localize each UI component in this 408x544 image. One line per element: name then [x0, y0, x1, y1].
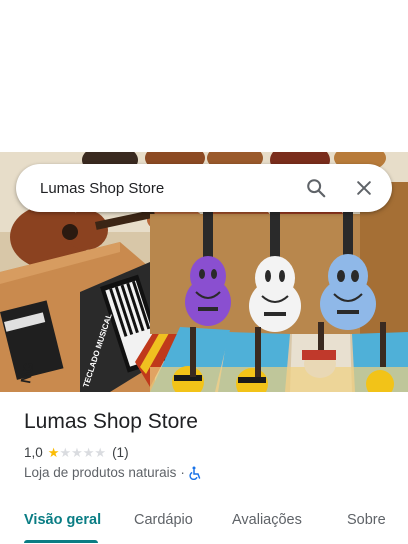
tab-about[interactable]: Sobre [347, 512, 386, 528]
tab-overview[interactable]: Visão geral [24, 512, 101, 528]
rating-value: 1,0 [24, 445, 43, 460]
star-rating: ★ ★ ★ ★ ★ [48, 446, 106, 459]
close-button[interactable] [340, 164, 388, 212]
star-empty-icon: ★ [59, 445, 72, 460]
place-category[interactable]: Loja de produtos naturais [24, 465, 176, 480]
search-icon [307, 179, 326, 198]
map-blank-area [0, 0, 408, 152]
active-tab-indicator [24, 540, 98, 543]
place-info-panel: Lumas Shop Store 1,0 ★ ★ ★ ★ ★ (1) Loja de p… [0, 392, 408, 544]
search-query-text[interactable]: Lumas Shop Store [16, 180, 292, 197]
wheelchair-icon[interactable] [189, 466, 201, 480]
rating-row[interactable]: 1,0 ★ ★ ★ ★ ★ (1) [24, 445, 129, 460]
star-empty-icon: ★ [82, 445, 95, 460]
tab-menu[interactable]: Cardápio [134, 512, 193, 528]
tab-reviews[interactable]: Avaliações [232, 512, 302, 528]
star-filled-icon: ★ [47, 445, 60, 460]
close-icon [357, 181, 371, 195]
review-count[interactable]: (1) [112, 445, 129, 460]
star-empty-icon: ★ [71, 445, 83, 460]
search-button[interactable] [292, 164, 340, 212]
separator-dot: · [180, 465, 185, 480]
place-title: Lumas Shop Store [24, 410, 198, 433]
star-empty-icon: ★ [94, 445, 107, 460]
place-tabs: Visão geral Cardápio Avaliações Sobre [0, 500, 408, 544]
category-row: Loja de produtos naturais · [24, 465, 201, 480]
search-box[interactable]: Lumas Shop Store [16, 164, 392, 212]
